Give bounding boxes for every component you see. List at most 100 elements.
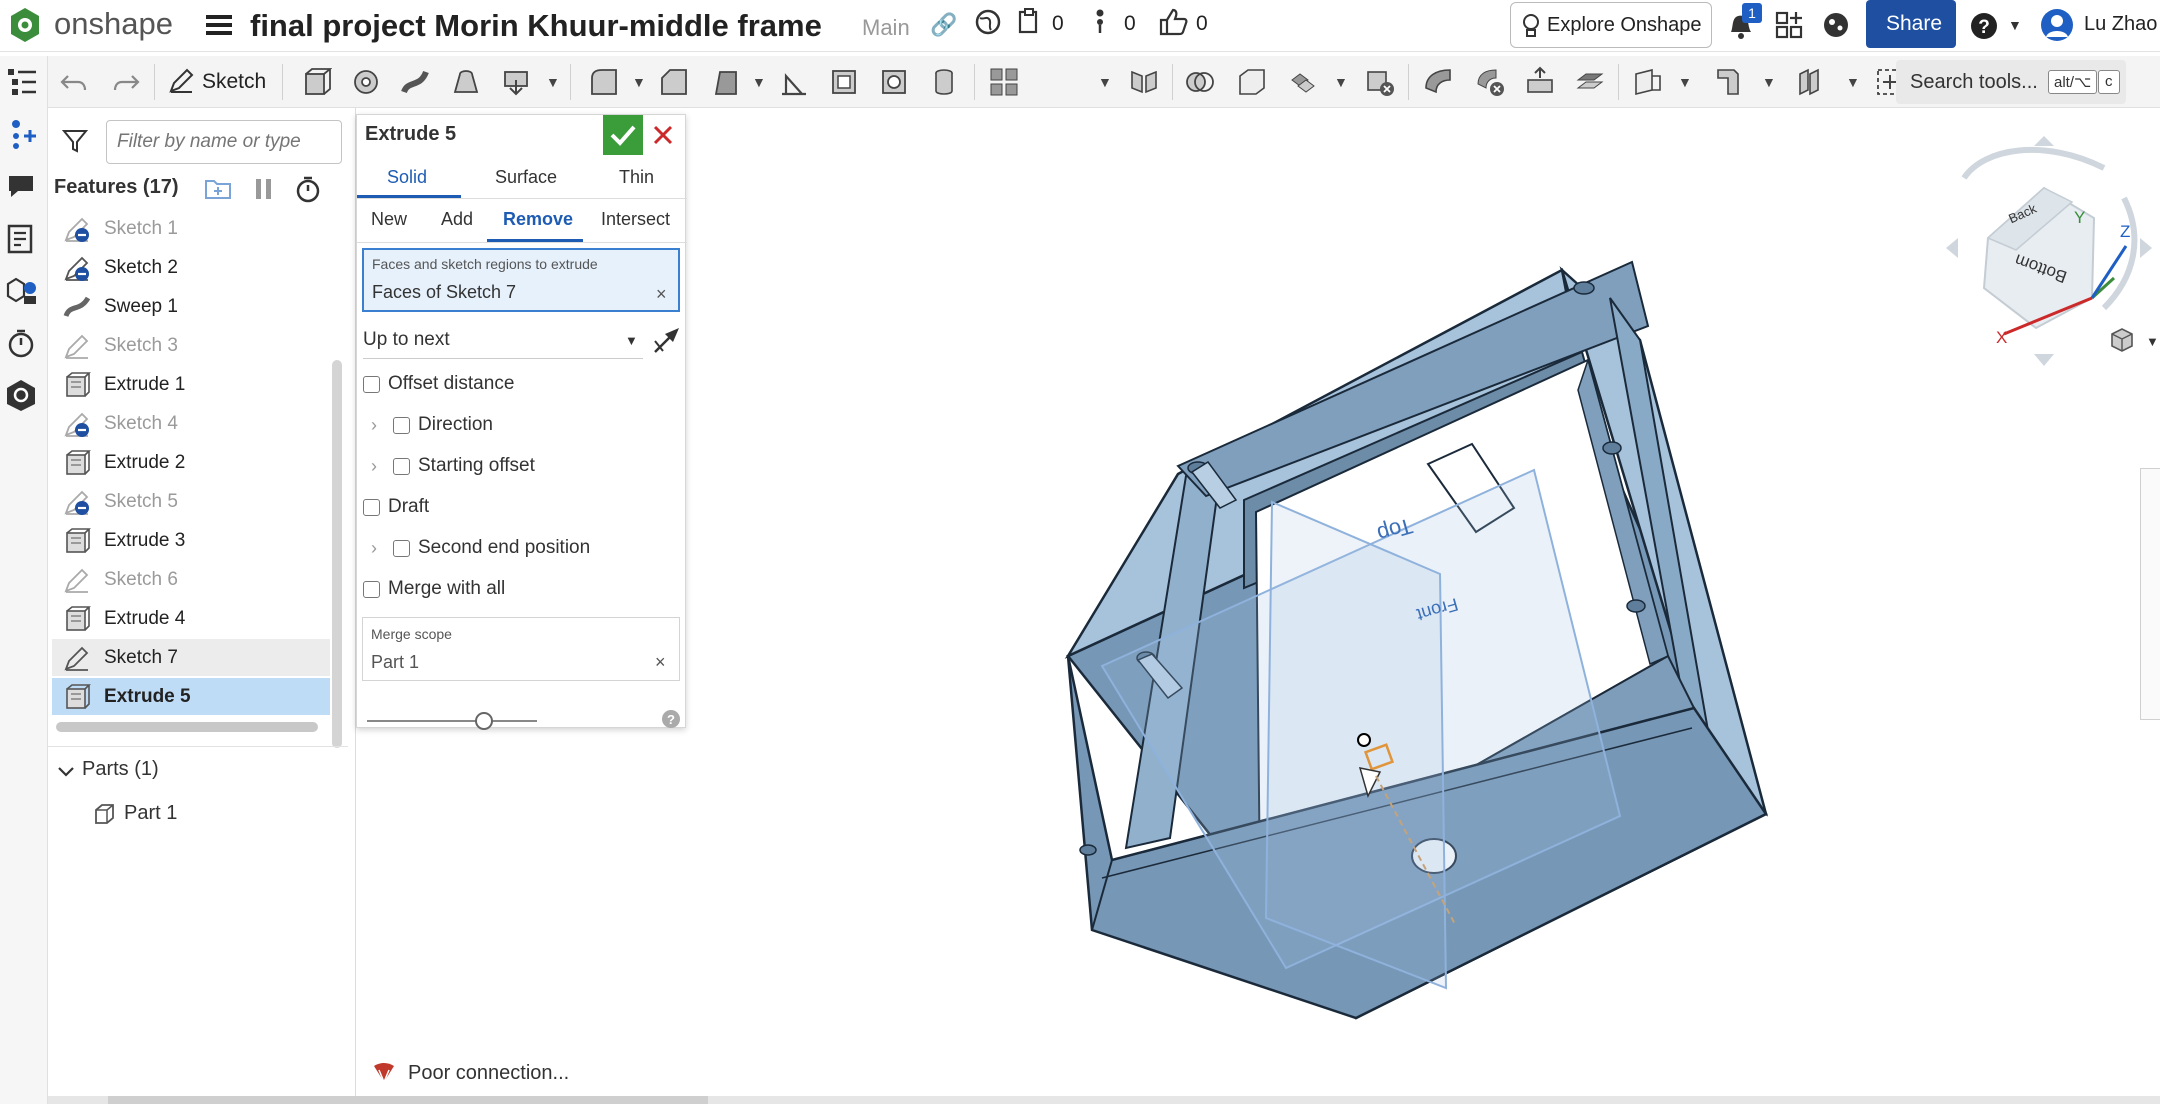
feature-item[interactable]: Sketch 1 [52,210,330,247]
draft-icon[interactable] [708,66,740,98]
branches-icon[interactable] [1092,8,1108,36]
document-title[interactable]: final project Morin Khuur-middle frame [250,8,822,44]
flip-direction-icon[interactable] [651,325,681,355]
plane-icon[interactable] [1632,66,1664,98]
feature-item[interactable]: Extrude 3 [52,522,330,559]
thumbs-up-icon[interactable] [1158,8,1188,36]
merge-with-all-checkbox[interactable] [363,580,380,598]
feature-list-icon[interactable] [6,66,38,96]
app-store-icon[interactable] [1774,10,1804,40]
feature-item[interactable]: Sketch 5 [52,483,330,520]
fillet-caret-icon[interactable]: ▼ [632,74,646,90]
feature-item[interactable]: Sketch 7 [52,639,330,676]
branch-label[interactable]: Main [862,15,910,41]
fillet-icon[interactable] [588,66,620,98]
offset-distance-row[interactable]: Offset distance [363,373,514,395]
frame-caret-icon[interactable]: ▼ [1846,74,1860,90]
transform-caret-icon[interactable]: ▼ [1334,74,1348,90]
sheet-metal-caret-icon[interactable]: ▼ [1762,74,1776,90]
filter-icon[interactable] [61,128,89,154]
globe-icon[interactable] [974,8,1002,36]
tab-thin[interactable]: Thin [619,167,654,188]
thicken-caret-icon[interactable]: ▼ [546,74,560,90]
notes-icon[interactable] [6,224,36,254]
help-caret-icon[interactable]: ▼ [2008,17,2022,33]
loft-icon[interactable] [450,66,482,98]
feature-item[interactable]: Sketch 3 [52,327,330,364]
chevron-right-icon[interactable]: › [363,456,385,477]
chevron-down-icon[interactable] [56,762,76,782]
transform-icon[interactable] [1286,66,1318,98]
rebuild-timer-icon[interactable] [294,175,322,203]
filter-input[interactable] [106,120,342,164]
app-name[interactable]: onshape [54,6,173,42]
comments-icon[interactable] [6,170,36,200]
move-face-icon[interactable] [1524,66,1556,98]
feature-list-scrollbar[interactable] [332,360,342,748]
chamfer-icon[interactable] [658,66,690,98]
user-name[interactable]: Lu Zhao [2084,13,2157,36]
slider-handle[interactable] [475,712,493,730]
op-remove[interactable]: Remove [503,209,573,230]
parts-list-item[interactable]: Part 1 [82,796,322,832]
pause-icon[interactable] [254,177,274,201]
rollback-slider[interactable] [367,711,537,731]
help-icon[interactable]: ? [661,709,681,729]
undo-icon[interactable] [58,66,90,98]
view-options-caret-icon[interactable]: ▼ [2146,334,2159,349]
feature-item[interactable]: Sketch 4 [52,405,330,442]
feature-item[interactable]: Extrude 1 [52,366,330,403]
draft-checkbox[interactable] [363,498,380,516]
avatar[interactable] [2040,8,2074,42]
plane-caret-icon[interactable]: ▼ [1678,74,1692,90]
render-studio-icon[interactable] [4,378,38,412]
timer-icon[interactable] [6,328,36,358]
op-add[interactable]: Add [441,209,473,230]
pattern-icon[interactable] [988,66,1020,98]
link-icon[interactable]: 🔗 [930,12,957,38]
pattern-caret-icon[interactable]: ▼ [1098,74,1112,90]
search-tools-button[interactable]: Search tools... alt/⌥ c [1896,60,2126,104]
faces-selection-box[interactable]: Faces and sketch regions to extrude Face… [362,248,680,312]
onshape-logo-icon[interactable] [8,6,42,44]
boolean-icon[interactable] [1184,66,1216,98]
sheet-metal-icon[interactable] [1712,66,1744,98]
direction-checkbox[interactable] [393,416,410,434]
tab-solid[interactable]: Solid [387,167,427,188]
hole-icon[interactable] [878,66,910,98]
extrude-icon[interactable] [300,66,333,98]
merge-scope-box[interactable]: Merge scope Part 1 × [362,617,680,681]
redo-icon[interactable] [110,66,142,98]
versions-icon[interactable] [1016,8,1042,36]
feature-item[interactable]: Sketch 2 [52,249,330,286]
mirror-icon[interactable] [1128,66,1160,98]
clear-faces-icon[interactable]: × [656,284,667,305]
sweep-icon[interactable] [400,66,432,98]
feature-item[interactable]: Sketch 6 [52,561,330,598]
modify-fillet-icon[interactable] [1422,66,1454,98]
mass-properties-icon[interactable] [4,274,38,306]
view-options-cube-icon[interactable] [2108,326,2138,354]
thicken-icon[interactable] [500,66,532,98]
accept-button[interactable] [603,115,643,155]
clear-merge-scope-icon[interactable]: × [655,652,666,673]
feature-item[interactable]: Extrude 5 [52,678,330,715]
feature-item[interactable]: Sweep 1 [52,288,330,325]
rib-icon[interactable] [778,66,810,98]
cylinder-icon[interactable] [928,66,960,98]
share-button[interactable]: Share [1866,0,1956,48]
learning-center-icon[interactable] [1822,10,1850,40]
frame-icon[interactable] [1796,66,1828,98]
revolve-icon[interactable] [350,66,382,98]
feature-list-hscrollbar[interactable] [56,722,318,732]
help-icon[interactable]: ? [1970,12,1998,40]
chevron-right-icon[interactable]: › [363,538,385,559]
delete-part-icon[interactable] [1364,66,1396,98]
draft-row[interactable]: Draft [363,496,429,518]
merge-with-all-row[interactable]: Merge with all [363,578,505,600]
insert-variable-icon[interactable] [6,118,38,150]
replace-face-icon[interactable] [1574,66,1606,98]
second-end-checkbox[interactable] [393,539,410,557]
feature-item[interactable]: Extrude 4 [52,600,330,637]
direction-row[interactable]: › Direction [363,414,493,436]
